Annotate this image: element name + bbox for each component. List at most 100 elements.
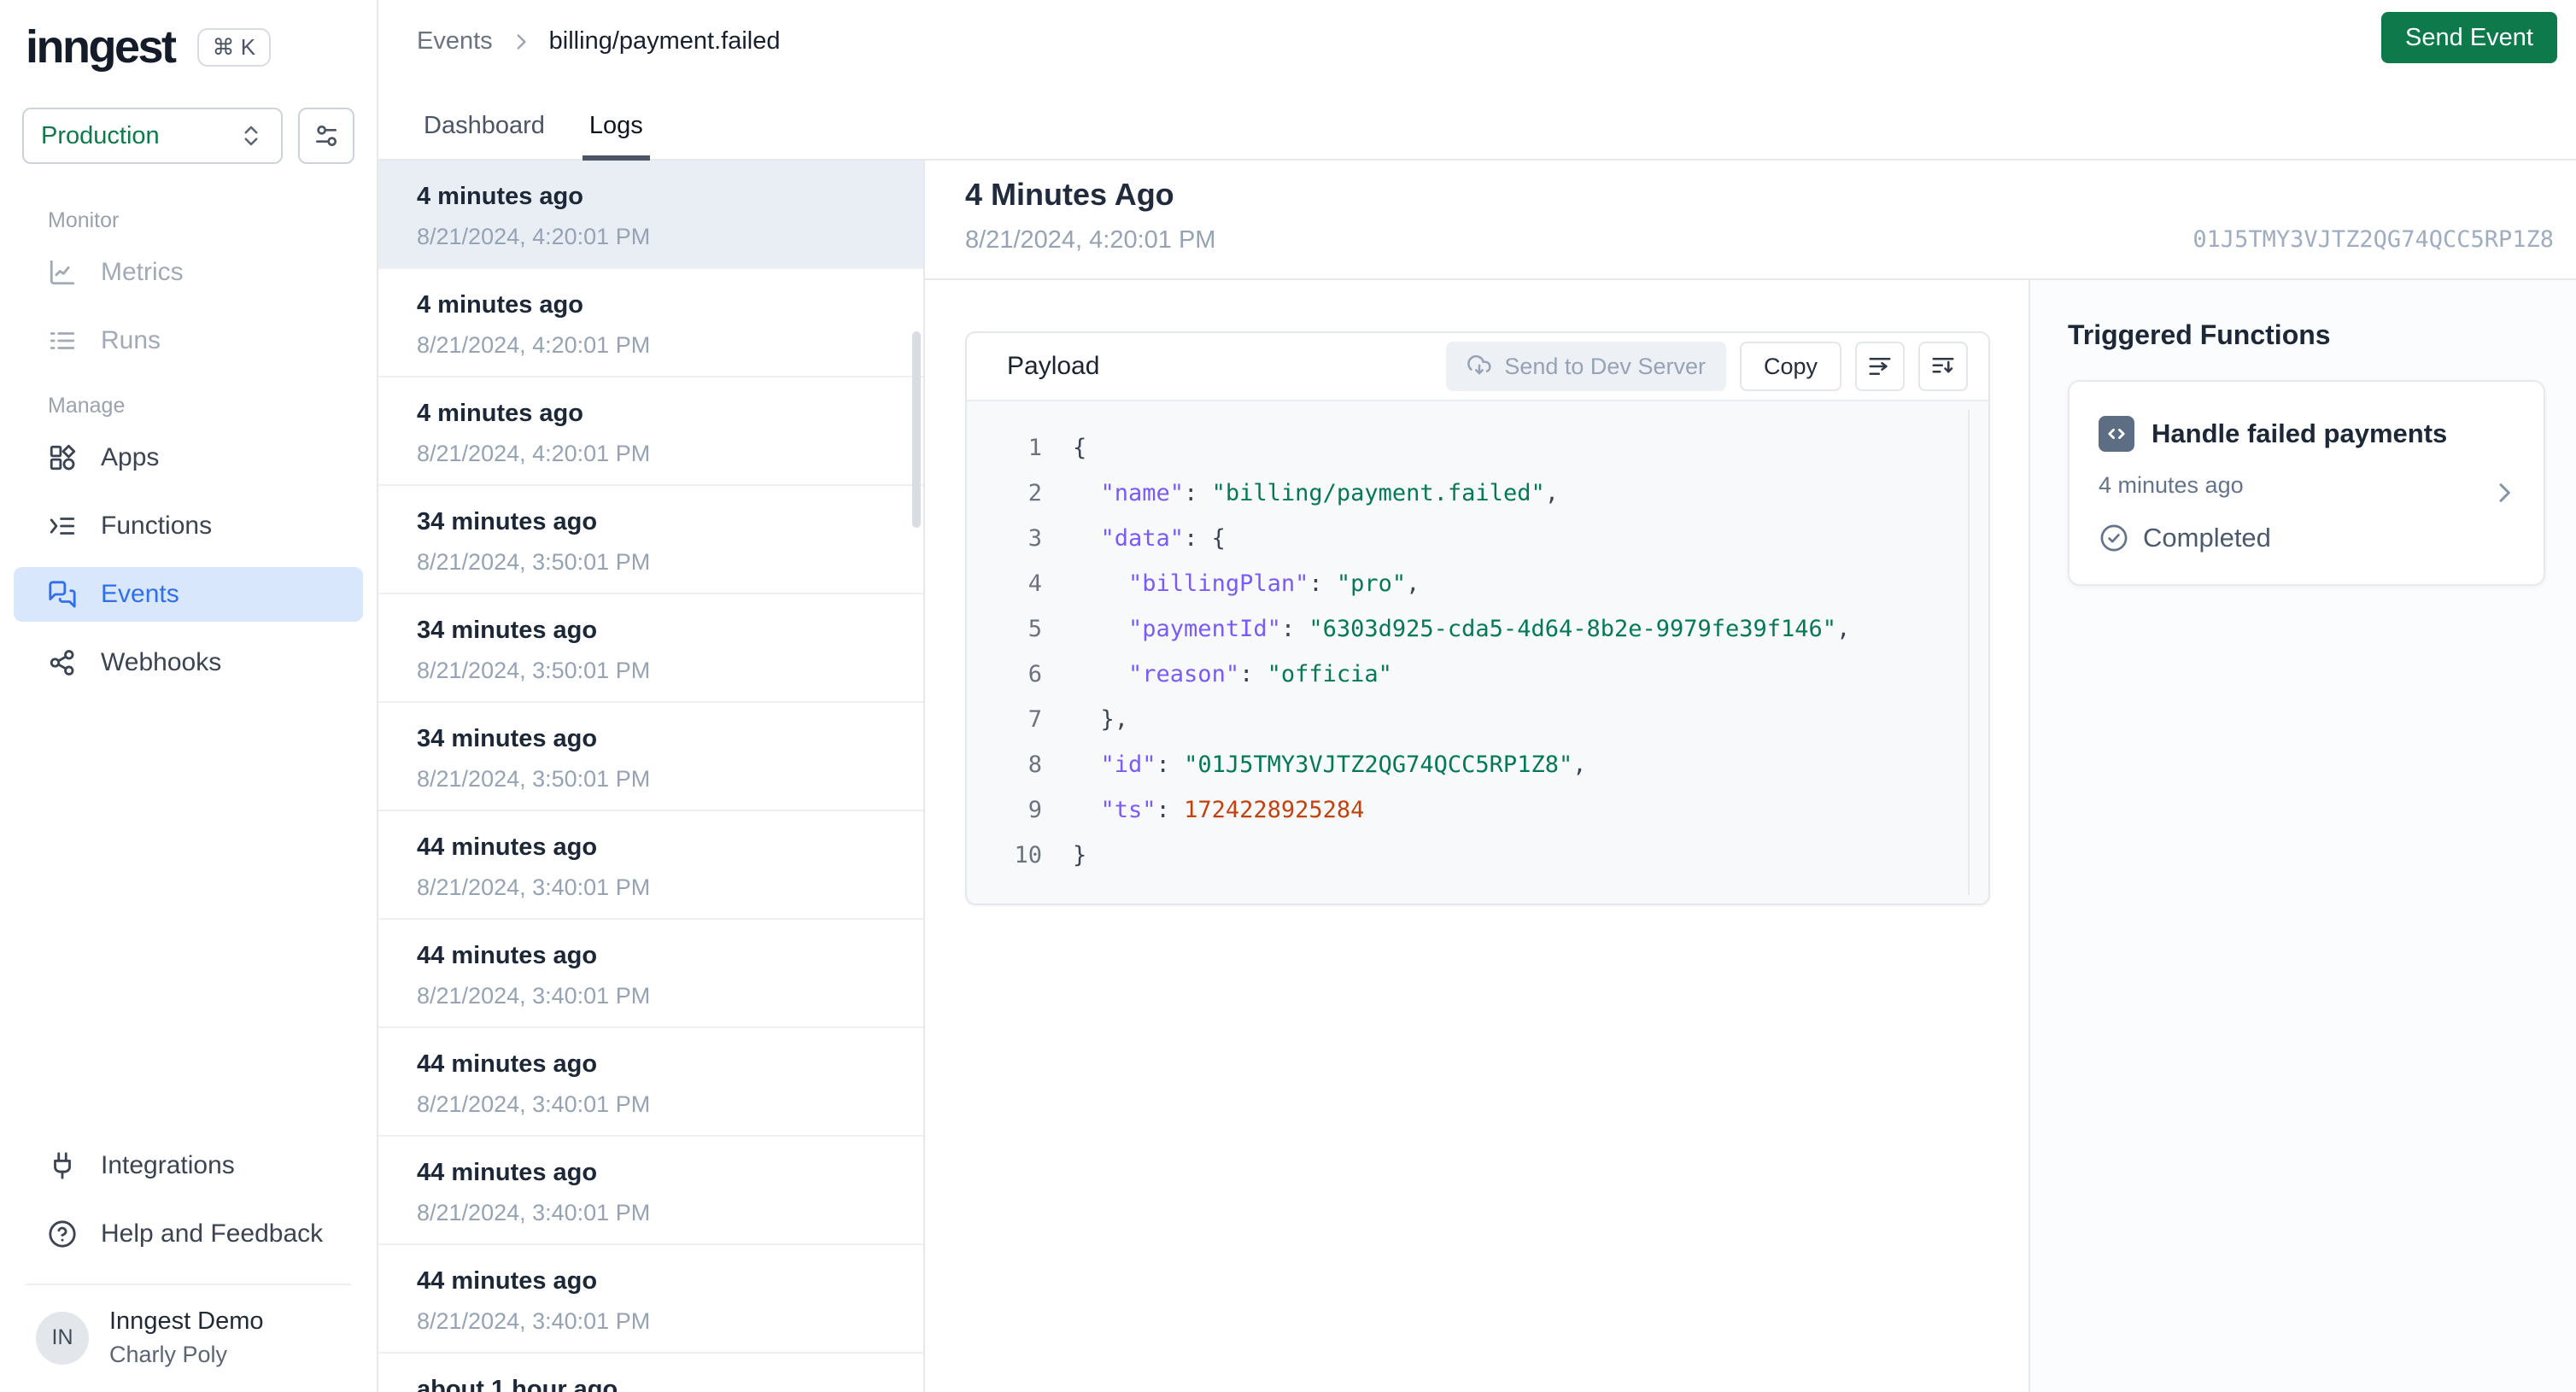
copy-button[interactable]: Copy: [1739, 342, 1841, 391]
code-line: 7 },: [967, 697, 1988, 742]
command-palette-shortcut[interactable]: ⌘ K: [196, 27, 272, 67]
webhooks-nodes-icon: [48, 648, 77, 677]
event-row-timestamp: 8/21/2024, 3:40:01 PM: [417, 874, 651, 900]
events-messages-icon: [48, 580, 77, 609]
event-list-scrollbar[interactable]: [912, 331, 921, 528]
user-menu[interactable]: IN Inngest Demo Charly Poly: [14, 1285, 363, 1392]
sidebar-item-help[interactable]: Help and Feedback: [14, 1207, 363, 1261]
sidebar-item-label: Metrics: [101, 258, 184, 286]
event-row-relative: 34 minutes ago: [417, 725, 598, 752]
payload-section: Payload Send to Dev Server Copy 1 {2 "n…: [925, 280, 2029, 1392]
line-content: "billingPlan": "pro",: [1128, 570, 1420, 597]
event-list-item[interactable]: 44 minutes ago 8/21/2024, 3:40:01 PM: [378, 811, 923, 920]
tab-logs[interactable]: Logs: [582, 112, 650, 161]
sidebar-item-integrations[interactable]: Integrations: [14, 1138, 363, 1193]
environment-settings-button[interactable]: [298, 108, 354, 164]
breadcrumb-events-link[interactable]: Events: [417, 27, 493, 56]
sidebar-item-label: Help and Feedback: [101, 1219, 324, 1248]
payload-card-header: Payload Send to Dev Server Copy: [967, 333, 1988, 401]
event-list-item[interactable]: 34 minutes ago 8/21/2024, 3:50:01 PM: [378, 486, 923, 594]
sidebar-item-label: Events: [101, 580, 179, 608]
event-list-item[interactable]: 44 minutes ago 8/21/2024, 3:40:01 PM: [378, 1028, 923, 1137]
word-wrap-button[interactable]: [1855, 342, 1905, 391]
code-line: 9 "ts": 1724228925284: [967, 787, 1988, 833]
wrap-down-icon: [1930, 354, 1956, 379]
function-status-label: Completed: [2143, 523, 2271, 553]
text-wrap-icon: [1867, 354, 1893, 379]
event-row-timestamp: 8/21/2024, 3:40:01 PM: [417, 1091, 651, 1117]
line-number: 10: [1014, 842, 1042, 869]
event-row-relative: 4 minutes ago: [417, 183, 583, 210]
line-content: }: [1073, 842, 1087, 869]
code-line: 6 "reason": "officia": [967, 652, 1988, 697]
sidebar-item-events[interactable]: Events: [14, 567, 363, 622]
event-row-timestamp: 8/21/2024, 3:40:01 PM: [417, 1308, 651, 1334]
event-detail-title: 4 Minutes Ago: [965, 177, 1174, 212]
event-detail: 4 Minutes Ago 8/21/2024, 4:20:01 PM 01J5…: [925, 161, 2576, 1392]
send-event-button[interactable]: Send Event: [2381, 12, 2557, 63]
event-row-relative: 44 minutes ago: [417, 1267, 598, 1295]
function-run-time: 4 minutes ago: [2099, 472, 2244, 498]
line-content: {: [1073, 435, 1087, 461]
line-number: 3: [1027, 525, 1042, 552]
event-detail-header: 4 Minutes Ago 8/21/2024, 4:20:01 PM 01J5…: [925, 161, 2576, 280]
event-list-item[interactable]: 34 minutes ago 8/21/2024, 3:50:01 PM: [378, 594, 923, 703]
sidebar-item-metrics[interactable]: Metrics: [14, 245, 363, 300]
event-list-item[interactable]: 34 minutes ago 8/21/2024, 3:50:01 PM: [378, 703, 923, 811]
plug-icon: [48, 1151, 77, 1180]
help-circle-icon: [48, 1219, 77, 1249]
line-content: "id": "01J5TMY3VJTZ2QG74QCC5RP1Z8",: [1100, 752, 1587, 778]
code-scrollbar-track[interactable]: [1968, 410, 1970, 895]
app-window: inngest ⌘ K Production Monitor Metrics R…: [0, 0, 2576, 1392]
sidebar-item-apps[interactable]: Apps: [14, 430, 363, 485]
triggered-function-card[interactable]: Handle failed payments 4 minutes ago Com…: [2068, 380, 2545, 586]
event-list-item[interactable]: 44 minutes ago 8/21/2024, 3:40:01 PM: [378, 1245, 923, 1354]
event-row-relative: 44 minutes ago: [417, 1050, 598, 1078]
environment-selector[interactable]: Production: [22, 108, 283, 164]
line-number: 9: [1027, 797, 1042, 823]
event-row-relative: 44 minutes ago: [417, 833, 598, 861]
function-name: Handle failed payments: [2152, 418, 2448, 448]
main-column: Events billing/payment.failed Dashboard …: [378, 0, 2576, 1392]
sidebar-item-webhooks[interactable]: Webhooks: [14, 635, 363, 690]
event-list-item[interactable]: about 1 hour ago: [378, 1354, 923, 1392]
functions-prompt-icon: [48, 512, 77, 541]
event-id: 01J5TMY3VJTZ2QG74QCC5RP1Z8: [2193, 226, 2554, 253]
event-row-timestamp: 8/21/2024, 3:50:01 PM: [417, 549, 651, 575]
send-to-dev-server-button[interactable]: Send to Dev Server: [1446, 342, 1726, 391]
line-content: },: [1100, 706, 1129, 733]
sidebar-item-label: Functions: [101, 512, 213, 540]
line-content: "reason": "officia": [1128, 661, 1392, 687]
chevrons-up-down-icon: [238, 123, 264, 149]
sidebar-item-label: Webhooks: [101, 648, 222, 676]
sidebar-item-functions[interactable]: Functions: [14, 499, 363, 553]
code-line: 10 }: [967, 833, 1988, 878]
chart-line-icon: [48, 258, 77, 287]
sidebar-footer: Integrations Help and Feedback IN Innges…: [0, 1138, 377, 1392]
top-bar: Events billing/payment.failed Dashboard …: [378, 0, 2576, 161]
payload-code-area: 1 { 2 "name": "billing/payment.failed", …: [967, 401, 1988, 904]
event-list-item[interactable]: 44 minutes ago 8/21/2024, 3:40:01 PM: [378, 920, 923, 1028]
event-row-timestamp: 8/21/2024, 3:50:01 PM: [417, 766, 651, 792]
chevron-right-icon: [2491, 479, 2518, 511]
tab-bar: Dashboard Logs: [417, 112, 650, 161]
avatar: IN: [36, 1311, 89, 1365]
logs-icon: [48, 326, 77, 355]
event-list-item[interactable]: 44 minutes ago 8/21/2024, 3:40:01 PM: [378, 1137, 923, 1245]
payload-title: Payload: [1007, 352, 1100, 380]
code-line: 1 {: [967, 425, 1988, 471]
event-list-item[interactable]: 4 minutes ago 8/21/2024, 4:20:01 PM: [378, 377, 923, 486]
chevron-right-icon: [510, 31, 532, 53]
tab-dashboard[interactable]: Dashboard: [417, 112, 552, 161]
event-list-item[interactable]: 4 minutes ago 8/21/2024, 4:20:01 PM: [378, 269, 923, 377]
sidebar-item-runs[interactable]: Runs: [14, 313, 363, 368]
expand-lines-button[interactable]: [1918, 342, 1968, 391]
line-content: "data": {: [1100, 525, 1226, 552]
sidebar-item-label: Apps: [101, 443, 160, 471]
code-line: 4 "billingPlan": "pro",: [967, 561, 1988, 606]
user-name: Inngest Demo: [109, 1307, 264, 1335]
sidebar-item-label: Integrations: [101, 1151, 235, 1179]
apps-shapes-icon: [48, 443, 77, 472]
payload-card: Payload Send to Dev Server Copy 1 {2 "n…: [965, 331, 1990, 905]
event-list-item[interactable]: 4 minutes ago 8/21/2024, 4:20:01 PM: [378, 161, 923, 269]
